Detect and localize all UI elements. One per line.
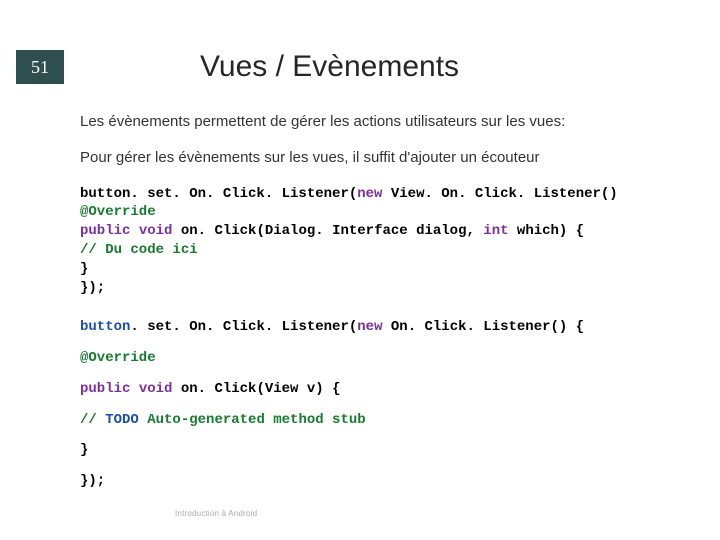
code-annotation: @Override — [80, 203, 690, 222]
code-text: button. set. On. Click. Listener( — [80, 186, 357, 202]
code-text: On. Click. Listener() { — [382, 319, 584, 335]
code-keyword-new: new — [357, 186, 382, 202]
code-text: on. Click(View v) { — [172, 381, 340, 397]
code-todo: TODO — [105, 412, 139, 428]
code-text: . set. On. Click. Listener( — [130, 319, 357, 335]
code-comment-text: Auto-generated method stub — [139, 412, 366, 428]
code-text: View. On. Click. Listener() — [382, 186, 617, 202]
code-brace: } — [80, 260, 690, 279]
code-keyword-public: public — [80, 381, 130, 397]
code-comment: // TODO Auto-generated method stub — [80, 411, 690, 430]
code-close: }); — [80, 279, 690, 298]
code-comment: // Du code ici — [80, 241, 690, 260]
slide-content: Les évènements permettent de gérer les a… — [80, 112, 690, 511]
slide-number-text: 51 — [31, 57, 49, 78]
code-identifier: button — [80, 319, 130, 335]
code-line: public void on. Click(View v) { — [80, 380, 690, 399]
code-line: button. set. On. Click. Listener(new On.… — [80, 318, 690, 337]
code-block-1: button. set. On. Click. Listener(new Vie… — [80, 185, 690, 298]
paragraph-1: Les évènements permettent de gérer les a… — [80, 112, 690, 132]
code-text: on. Click(Dialog. Interface dialog, — [172, 223, 483, 239]
code-comment-slash: // — [80, 412, 105, 428]
code-block-2: button. set. On. Click. Listener(new On.… — [80, 318, 690, 491]
code-keyword-new: new — [357, 319, 382, 335]
code-annotation: @Override — [80, 349, 690, 368]
code-brace: } — [80, 441, 690, 460]
code-keyword-void: void — [130, 381, 172, 397]
code-keyword-int: int — [483, 223, 508, 239]
code-keyword-public: public — [80, 223, 130, 239]
paragraph-2: Pour gérer les évènements sur les vues, … — [80, 148, 690, 168]
code-line: button. set. On. Click. Listener(new Vie… — [80, 185, 690, 204]
code-line: public void on. Click(Dialog. Interface … — [80, 222, 690, 241]
slide-number-badge: 51 — [16, 50, 64, 84]
code-text: which) { — [509, 223, 585, 239]
footer-text: Introduction à Android — [175, 509, 257, 518]
code-close: }); — [80, 472, 690, 491]
slide-title: Vues / Evènements — [200, 50, 459, 84]
code-keyword-void: void — [130, 223, 172, 239]
